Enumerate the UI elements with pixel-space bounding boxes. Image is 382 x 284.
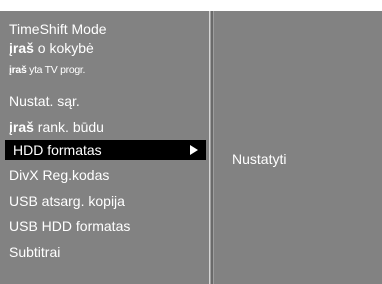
menu-item-label: Subtitrai (9, 244, 61, 260)
menu-item-usb-backup[interactable]: USB atsarg. kopija (0, 189, 210, 213)
menu-item-label: DivX Reg.kodas (9, 167, 110, 183)
menu-item-label-part: o kokybė (33, 40, 94, 56)
arrow-right-icon (190, 145, 198, 155)
menu-item-label: USB atsarg. kopija (9, 193, 125, 209)
menu-item-subtitles[interactable]: Subtitrai (0, 240, 210, 264)
menu-item-label-part: raš (12, 119, 34, 135)
menu-item-hdd-format[interactable]: HDD formatas (5, 140, 206, 160)
menu-item-label-part: raš (12, 40, 34, 56)
menu-item-usb-hdd-format[interactable]: USB HDD formatas (0, 214, 210, 238)
menu-item-manual-recording[interactable]: įraš rank. būdu (0, 115, 210, 139)
menu-item-label-part: raš (11, 64, 27, 76)
submenu-panel: Nustatyti (214, 11, 382, 284)
menu-item-label-part: yta TV progr. (26, 64, 86, 76)
menu-item-recording-quality[interactable]: įraš o kokybė (0, 36, 210, 60)
menu-item-label: HDD formatas (13, 142, 102, 158)
menu-item-label: Nustat. sąr. (9, 93, 80, 109)
menu-item-divx-reg-code[interactable]: DivX Reg.kodas (0, 163, 210, 187)
menu-item-label-part: rank. būdu (33, 119, 104, 135)
tv-settings-screen: TimeShift Mode įraš o kokybė įraš yta TV… (0, 0, 382, 284)
menu-item-list-settings[interactable]: Nustat. sąr. (0, 89, 210, 113)
menu-item-label: TimeShift Mode (9, 21, 107, 37)
main-menu-panel: TimeShift Mode įraš o kokybė įraš yta TV… (0, 11, 210, 284)
menu-item-label: USB HDD formatas (9, 218, 131, 234)
menu-item-recorded-tv-programs[interactable]: įraš yta TV progr. (0, 58, 210, 82)
submenu-option-set[interactable]: Nustatyti (232, 150, 286, 168)
